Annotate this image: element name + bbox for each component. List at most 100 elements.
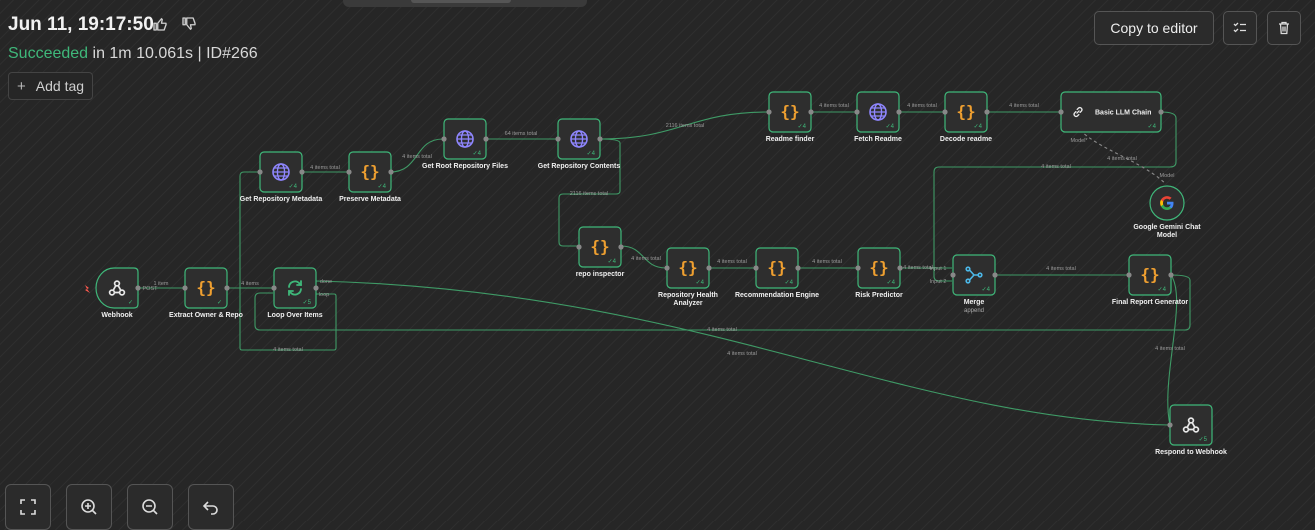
item-count: ✓4: [378, 184, 387, 190]
delete-button[interactable]: [1267, 11, 1301, 45]
curly-braces-icon: [767, 258, 787, 277]
curly-braces-icon: [956, 102, 976, 121]
input-port[interactable]: [576, 244, 582, 250]
output-port[interactable]: [618, 244, 624, 250]
node-readmefinder[interactable]: ✓4 Readme finder: [766, 91, 815, 143]
node-webhook[interactable]: ✓ Webhook: [95, 267, 141, 319]
input-port[interactable]: [766, 109, 772, 115]
loop-output-label: loop: [319, 292, 329, 298]
node-fetchreadme[interactable]: ✓4 Fetch Readme: [854, 91, 902, 143]
node-rootfiles[interactable]: ✓4 Get Root Repository Files: [422, 118, 508, 170]
node-label: Google Gemini Chat: [1133, 224, 1201, 231]
input-port[interactable]: [555, 136, 561, 142]
zoom-in-icon: [81, 499, 97, 515]
node-preserve[interactable]: ✓4 Preserve Metadata: [339, 151, 401, 203]
node-meta[interactable]: ✓4 Get Repository Metadata: [240, 151, 323, 203]
output-port[interactable]: [896, 109, 902, 115]
input-port[interactable]: [182, 285, 188, 291]
zoom-in-button[interactable]: [66, 484, 112, 530]
node-label: Webhook: [101, 312, 132, 319]
output-port[interactable]: [984, 109, 990, 115]
item-count: ✓4: [785, 280, 794, 286]
model-input-label: Model*: [1070, 138, 1088, 144]
input-port[interactable]: [1126, 272, 1132, 278]
input-port[interactable]: [257, 169, 263, 175]
success-check-icon: ✓: [128, 300, 133, 306]
thumbs-down-icon[interactable]: [180, 15, 198, 33]
thumbs-up-icon[interactable]: [151, 15, 169, 33]
node-risk[interactable]: ✓4 Risk Predictor: [855, 247, 903, 299]
fullscreen-icon: [20, 499, 36, 515]
input-port[interactable]: [942, 109, 948, 115]
node-contents[interactable]: ✓4 Get Repository Contents: [538, 118, 621, 170]
edge-label: 4 items total: [1041, 164, 1071, 170]
input-port[interactable]: [271, 285, 277, 291]
input-port[interactable]: [346, 169, 352, 175]
input-port[interactable]: [1058, 109, 1064, 115]
output-port[interactable]: [597, 136, 603, 142]
node-inspector[interactable]: ✓4 repo inspector: [576, 226, 625, 278]
output-port[interactable]: [1158, 109, 1164, 115]
output-port[interactable]: [992, 272, 998, 278]
node-loop[interactable]: ✓5 Loop Over Items: [267, 267, 323, 319]
node-respond[interactable]: ✓5 Respond to Webhook: [1155, 404, 1227, 456]
edge-label: 4 items total: [1009, 103, 1039, 109]
undo-icon: [202, 501, 218, 515]
edge-label: 4 items total: [1155, 346, 1185, 352]
node-final[interactable]: ✓4 Final Report Generator: [1112, 254, 1189, 306]
edge-label: 4 items total: [273, 347, 303, 353]
curly-braces-icon: [360, 162, 380, 181]
input-port[interactable]: [1167, 422, 1173, 428]
node-label: repo inspector: [576, 271, 625, 278]
output-port[interactable]: [897, 265, 903, 271]
node-extract[interactable]: ✓ Extract Owner & Repo: [169, 267, 243, 319]
edge-label: 4 items total: [402, 154, 432, 160]
execution-id: ID#266: [206, 45, 258, 62]
checklist-button[interactable]: [1223, 11, 1257, 45]
output-port[interactable]: [706, 265, 712, 271]
input-port[interactable]: [950, 272, 956, 278]
output-port[interactable]: [808, 109, 814, 115]
curly-braces-icon: [196, 278, 216, 297]
item-count: ✓4: [982, 287, 991, 293]
output-port[interactable]: [388, 169, 394, 175]
output-port[interactable]: [313, 285, 319, 291]
node-merge[interactable]: ✓4 Merge append: [950, 254, 998, 314]
zoom-out-button[interactable]: [127, 484, 173, 530]
fit-view-button[interactable]: [5, 484, 51, 530]
node-recommend[interactable]: ✓4 Recommendation Engine: [735, 247, 819, 299]
input-port[interactable]: [753, 265, 759, 271]
output-port[interactable]: [795, 265, 801, 271]
output-port[interactable]: [483, 136, 489, 142]
edge-label: 2116 items total: [570, 191, 608, 197]
node-label: Respond to Webhook: [1155, 449, 1227, 456]
input1-label: Input 1: [930, 266, 947, 272]
add-tag-button[interactable]: + Add tag: [8, 72, 94, 100]
edge-label: 4 items total: [631, 256, 661, 262]
status-separator: |: [193, 45, 207, 62]
node-gemini[interactable]: Google Gemini ChatModel: [1133, 185, 1201, 239]
status-succeeded: Succeeded: [8, 45, 89, 62]
edge-label: 4 items total: [727, 351, 757, 357]
input-port[interactable]: [855, 265, 861, 271]
input-port[interactable]: [854, 109, 860, 115]
output-port[interactable]: [299, 169, 305, 175]
trigger-bolt-icon: [85, 285, 90, 293]
output-port[interactable]: [1168, 272, 1174, 278]
edge-label: 4 items total: [907, 103, 937, 109]
node-decode[interactable]: ✓4 Decode readme: [940, 91, 992, 143]
node-health[interactable]: ✓4 Repository HealthAnalyzer: [658, 247, 718, 307]
input-port[interactable]: [664, 265, 670, 271]
output-port[interactable]: [224, 285, 230, 291]
input-port[interactable]: [441, 136, 447, 142]
output-port[interactable]: [135, 285, 141, 291]
reset-zoom-button[interactable]: [188, 484, 234, 530]
edge-label: POST: [143, 286, 159, 292]
node-llm[interactable]: ✓4 Basic LLM Chain: [1058, 91, 1164, 133]
execution-date: Jun 11, 19:17:50: [8, 14, 154, 35]
add-tag-label: Add tag: [35, 78, 85, 94]
item-count: ✓4: [887, 280, 896, 286]
node-label: Get Root Repository Files: [422, 163, 508, 170]
copy-to-editor-button[interactable]: Copy to editor: [1094, 11, 1214, 45]
edge-label: 2116 items total: [666, 123, 704, 129]
